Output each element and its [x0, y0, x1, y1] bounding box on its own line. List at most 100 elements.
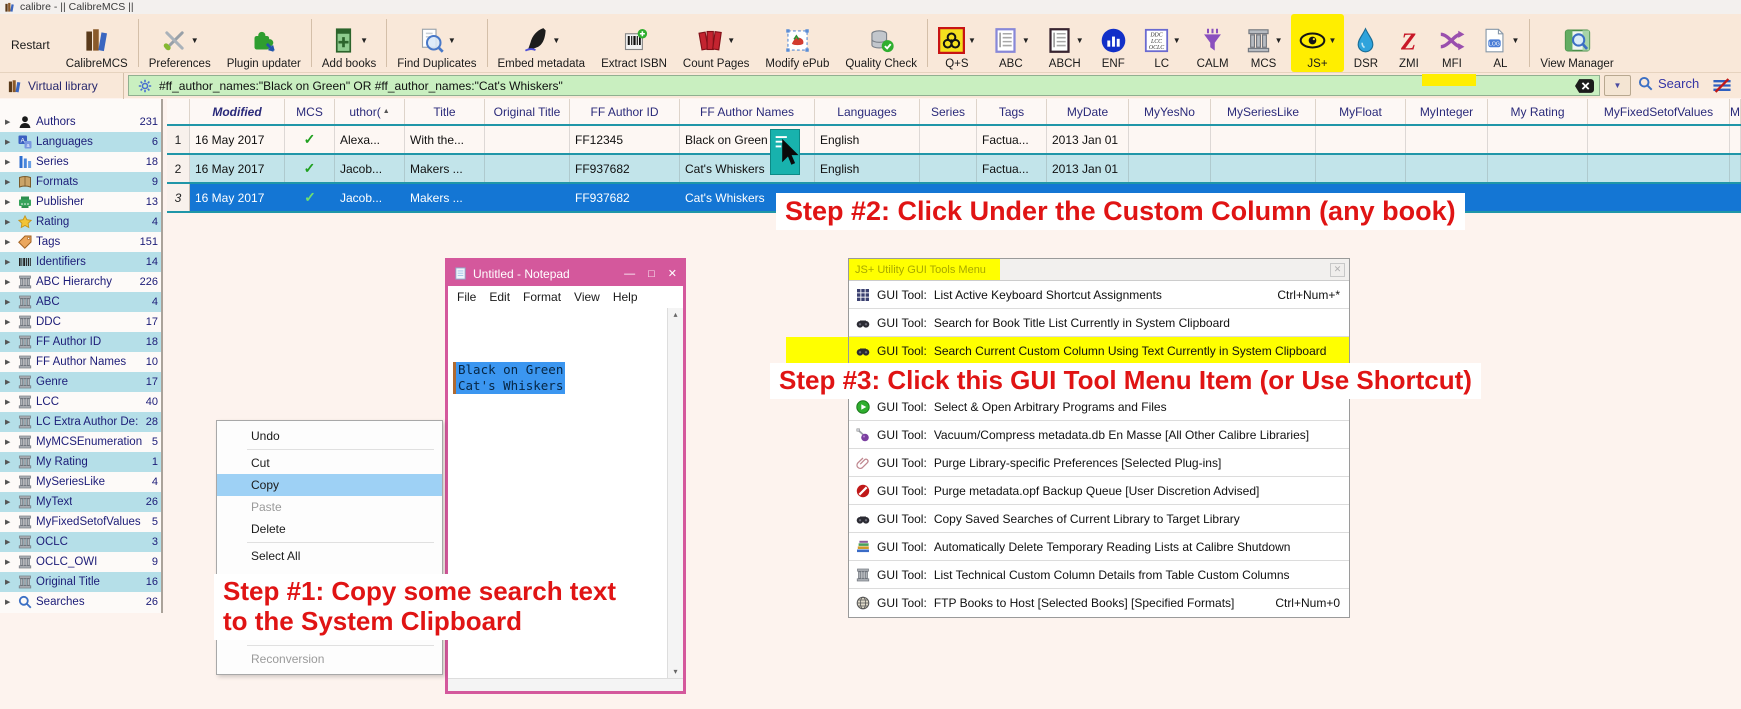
cell-myfixedsetofvalues[interactable]: [1588, 126, 1730, 153]
cell-myserieslike[interactable]: [1211, 155, 1316, 182]
gui-tool-item-ftp-books-to-host-selected-books-specifi[interactable]: GUI Tool: FTP Books to Host [Selected Boo…: [849, 589, 1349, 617]
expand-arrow-icon[interactable]: ▶: [5, 378, 14, 386]
cell-title[interactable]: Makers ...: [405, 155, 485, 182]
cell-mydate[interactable]: 2013 Jan 01: [1047, 126, 1129, 153]
toolbar-button-abc[interactable]: ▼ ABC: [984, 14, 1038, 72]
sidebar-item-mytext[interactable]: ▶ MyText 26: [0, 492, 161, 512]
sidebar-item-myserieslike[interactable]: ▶ MySeriesLike 4: [0, 472, 161, 492]
notepad-horizontal-scrollbar[interactable]: [448, 678, 683, 691]
cell-series[interactable]: [920, 126, 977, 153]
cell-myfixedsetofvalues[interactable]: [1588, 155, 1730, 182]
cell-modified[interactable]: 16 May 2017: [190, 155, 285, 182]
column-header-series[interactable]: Series: [920, 99, 977, 124]
cell-row-number[interactable]: 1: [167, 126, 190, 153]
dropdown-arrow-icon[interactable]: ▼: [191, 36, 199, 45]
toolbar-button-zmi[interactable]: Z ZMI: [1387, 14, 1430, 72]
search-history-dropdown[interactable]: ▼: [1604, 75, 1631, 96]
column-header-ff-author-names[interactable]: FF Author Names: [680, 99, 815, 124]
sidebar-item-series[interactable]: ▶ Series 18: [0, 152, 161, 172]
sidebar-item-lc-extra-author-de[interactable]: ▶ LC Extra Author De: 28: [0, 412, 161, 432]
cell-my-rating[interactable]: [1488, 155, 1588, 182]
search-button[interactable]: Search: [1638, 76, 1699, 91]
toolbar-button-restart[interactable]: Restart: [3, 14, 58, 72]
notepad-menu-help[interactable]: Help: [613, 290, 638, 304]
context-menu-item-cut[interactable]: Cut: [217, 452, 442, 474]
saved-search-mark-icon[interactable]: [1712, 78, 1732, 93]
toolbar-button-js[interactable]: ▼ JS+: [1290, 14, 1345, 72]
column-header-myinteger[interactable]: MyInteger: [1406, 99, 1488, 124]
expand-arrow-icon[interactable]: ▶: [5, 458, 14, 466]
expand-arrow-icon[interactable]: ▶: [5, 578, 14, 586]
toolbar-button-modify-epub[interactable]: Modify ePub: [757, 14, 837, 72]
expand-arrow-icon[interactable]: ▶: [5, 418, 14, 426]
sidebar-item-languages[interactable]: ▶ Aa Languages 6: [0, 132, 161, 152]
toolbar-button-extract-isbn[interactable]: Extract ISBN: [593, 14, 675, 72]
cell-myfloat[interactable]: [1316, 126, 1406, 153]
dropdown-arrow-icon[interactable]: ▼: [727, 36, 735, 45]
dropdown-arrow-icon[interactable]: ▼: [448, 36, 456, 45]
sidebar-item-my-rating[interactable]: ▶ My Rating 1: [0, 452, 161, 472]
gui-tool-item-search-for-book-title-list-currently-in-[interactable]: GUI Tool: Search for Book Title List Curr…: [849, 309, 1349, 337]
dropdown-arrow-icon[interactable]: ▼: [552, 36, 560, 45]
sidebar-item-genre[interactable]: ▶ Genre 17: [0, 372, 161, 392]
sidebar-item-ff-author-names[interactable]: ▶ FF Author Names 10: [0, 352, 161, 372]
context-menu-item-copy[interactable]: Copy: [217, 474, 442, 496]
sidebar-item-rating[interactable]: ▶ Rating 4: [0, 212, 161, 232]
sidebar-item-mymcsenumeration[interactable]: ▶ MyMCSEnumeration 5: [0, 432, 161, 452]
cell-myinteger[interactable]: [1406, 126, 1488, 153]
cell-m[interactable]: [1730, 155, 1741, 182]
cell-languages[interactable]: English: [815, 155, 920, 182]
column-header-ff-author-id[interactable]: FF Author ID: [570, 99, 680, 124]
dropdown-arrow-icon[interactable]: ▼: [968, 36, 976, 45]
sidebar-item-identifiers[interactable]: ▶ Identifiers 14: [0, 252, 161, 272]
column-header-mydate[interactable]: MyDate: [1047, 99, 1129, 124]
gui-tool-item-list-active-keyboard-shortcut-assignment[interactable]: GUI Tool: List Active Keyboard Shortcut A…: [849, 281, 1349, 309]
toolbar-button-calibremcs[interactable]: CalibreMCS: [58, 14, 136, 72]
gui-tool-item-search-current-custom-column-using-text-[interactable]: GUI Tool: Search Current Custom Column Us…: [849, 337, 1349, 365]
expand-arrow-icon[interactable]: ▶: [5, 318, 14, 326]
expand-arrow-icon[interactable]: ▶: [5, 278, 14, 286]
column-header-original-title[interactable]: Original Title: [485, 99, 570, 124]
dropdown-arrow-icon[interactable]: ▼: [360, 36, 368, 45]
toolbar-button-quality-check[interactable]: Quality Check: [837, 14, 925, 72]
expand-arrow-icon[interactable]: ▶: [5, 118, 14, 126]
cell-myyesno[interactable]: [1129, 126, 1211, 153]
search-clear-icon[interactable]: [1575, 79, 1594, 93]
context-menu-item-undo[interactable]: Undo: [217, 425, 442, 447]
cell-ff-author-id[interactable]: FF937682: [570, 155, 680, 182]
notepad-menu-edit[interactable]: Edit: [489, 290, 510, 304]
column-header-modified[interactable]: Modified: [190, 99, 285, 124]
expand-arrow-icon[interactable]: ▶: [5, 598, 14, 606]
expand-arrow-icon[interactable]: ▶: [5, 538, 14, 546]
column-header-myyesno[interactable]: MyYesNo: [1129, 99, 1211, 124]
expand-arrow-icon[interactable]: ▶: [5, 138, 14, 146]
cell-mydate[interactable]: 2013 Jan 01: [1047, 155, 1129, 182]
toolbar-button-embed-metadata[interactable]: ▼ Embed metadata: [490, 14, 594, 72]
sidebar-item-formats[interactable]: ▶ Formats 9: [0, 172, 161, 192]
dropdown-arrow-icon[interactable]: ▼: [1329, 36, 1337, 45]
column-header-myfloat[interactable]: MyFloat: [1316, 99, 1406, 124]
sidebar-item-oclc[interactable]: ▶ OCLC 3: [0, 532, 161, 552]
maximize-button[interactable]: □: [648, 268, 655, 280]
toolbar-button-abch[interactable]: ▼ ABCH: [1038, 14, 1092, 72]
gui-tool-item-automatically-delete-temporary-reading-l[interactable]: GUI Tool: Automatically Delete Temporary …: [849, 533, 1349, 561]
cell-original-title[interactable]: [485, 155, 570, 182]
cell-languages[interactable]: English: [815, 126, 920, 153]
cell-uthor[interactable]: Alexa...: [335, 126, 405, 153]
dropdown-arrow-icon[interactable]: ▼: [1022, 36, 1030, 45]
cell-mcs[interactable]: ✓: [285, 155, 335, 182]
expand-arrow-icon[interactable]: ▶: [5, 198, 14, 206]
expand-arrow-icon[interactable]: ▶: [5, 218, 14, 226]
sidebar-item-searches[interactable]: ▶ Searches 26: [0, 592, 161, 612]
expand-arrow-icon[interactable]: ▶: [5, 398, 14, 406]
cell-my-rating[interactable]: [1488, 126, 1588, 153]
expand-arrow-icon[interactable]: ▶: [5, 478, 14, 486]
table-row-1[interactable]: 1 16 May 2017 ✓ Alexa... With the... FF12345 B…: [167, 126, 1741, 155]
gui-tool-item-copy-saved-searches-of-current-library-t[interactable]: GUI Tool: Copy Saved Searches of Current …: [849, 505, 1349, 533]
column-header-uthor[interactable]: uthor(▲: [335, 99, 405, 124]
gui-tool-item-purge-library-specific-preferences-selec[interactable]: GUI Tool: Purge Library-specific Preferen…: [849, 449, 1349, 477]
column-header-row-number[interactable]: [167, 99, 190, 124]
notepad-vertical-scrollbar[interactable]: ▴ ▾: [667, 308, 683, 678]
column-header-myserieslike[interactable]: MySeriesLike: [1211, 99, 1316, 124]
expand-arrow-icon[interactable]: ▶: [5, 358, 14, 366]
